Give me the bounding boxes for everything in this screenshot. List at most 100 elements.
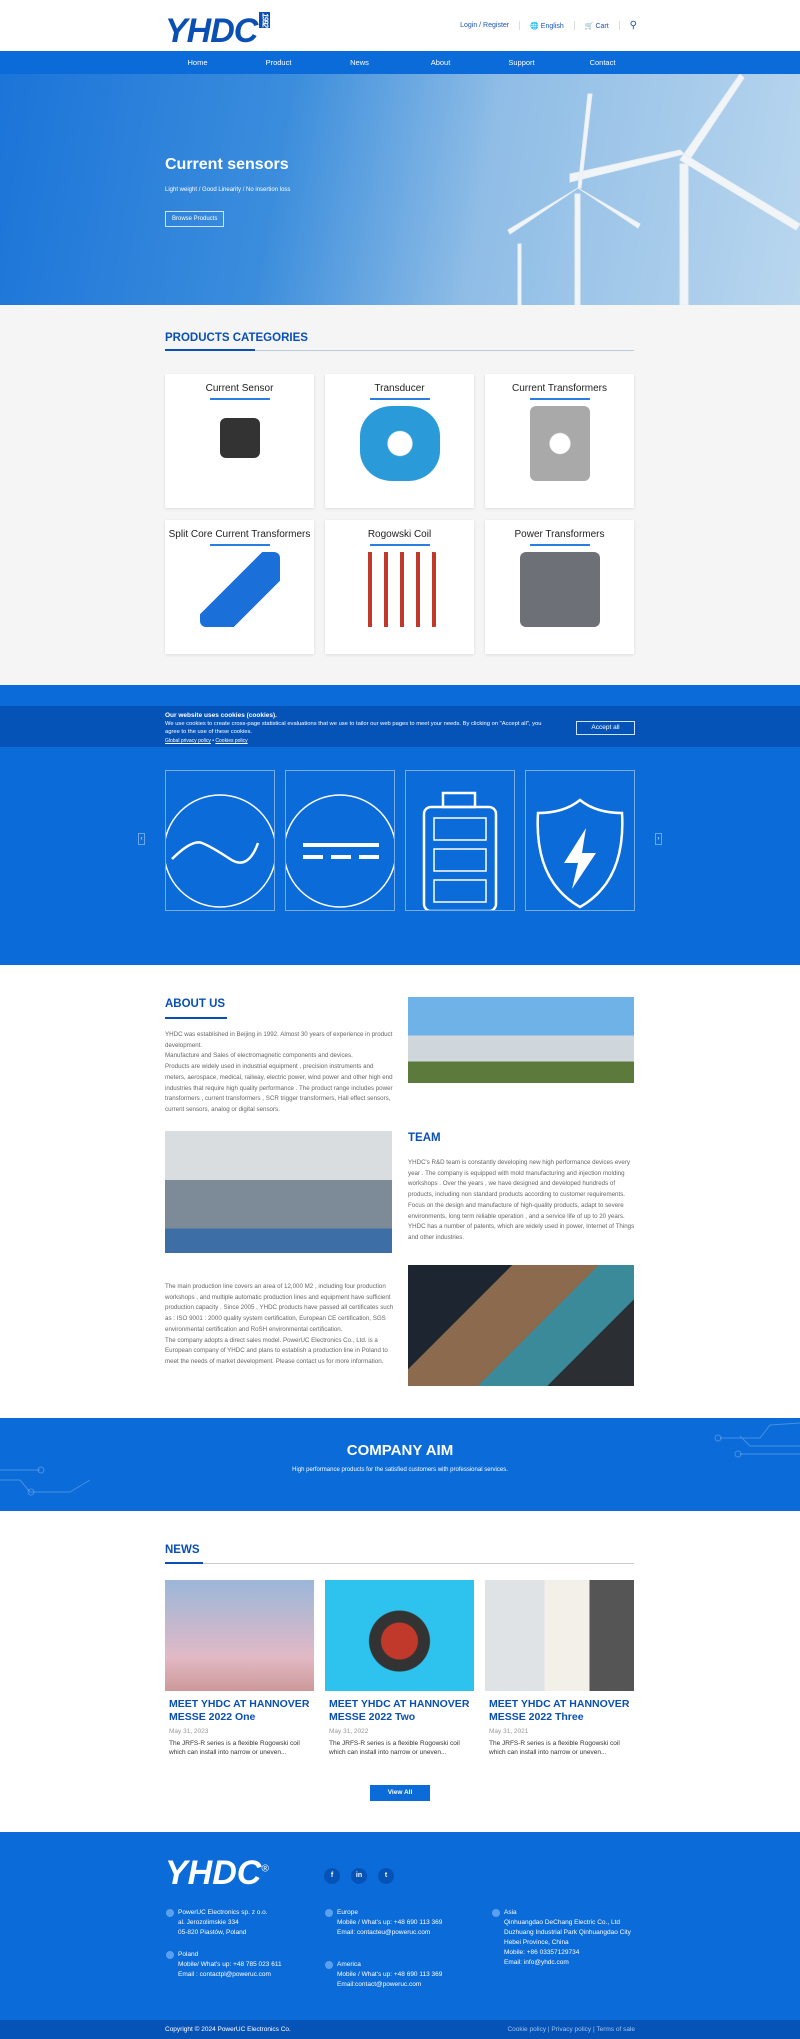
twitter-icon[interactable]: t <box>378 1868 394 1884</box>
news-date: May 31, 2021 <box>489 1728 529 1735</box>
product-name: Rogowski Coil <box>367 529 432 540</box>
product-card[interactable]: Current Sensor <box>165 374 314 508</box>
footer-address-hq: PowerUC Electronics sp. z o.o. al. Jerozo… <box>166 1908 268 1938</box>
product-card[interactable]: Power Transformers <box>485 520 634 654</box>
product-image <box>359 551 440 627</box>
cookie-banner: Our website uses cookies (cookies). We u… <box>0 706 800 747</box>
engineer-photo <box>408 1265 634 1386</box>
product-name: Split Core Current Transformers <box>168 529 311 540</box>
product-card[interactable]: Current Transformers <box>485 374 634 508</box>
accept-all-button[interactable]: Accept all <box>576 721 635 735</box>
header: YHDC 1992 Login / Register 🌐 English 🛒 Ca… <box>0 0 800 51</box>
product-card[interactable]: Rogowski Coil <box>325 520 474 654</box>
location-icon <box>166 1909 174 1917</box>
product-card[interactable]: Transducer <box>325 374 474 508</box>
terms-of-sale-link[interactable]: Terms of sale <box>596 2026 635 2033</box>
cart-icon: 🛒 <box>584 22 594 30</box>
linkedin-icon[interactable]: in <box>351 1868 367 1884</box>
wind-turbine-image <box>507 74 800 305</box>
globe-icon: 🌐 <box>530 22 539 30</box>
news-date: May 31, 2022 <box>329 1728 369 1735</box>
footer-logo: YHDC® <box>165 1854 269 1892</box>
news-title-link[interactable]: MEET YHDC AT HANNOVER MESSE 2022 Three <box>489 1698 630 1724</box>
production-text-2: The company adopts a direct sales model.… <box>165 1336 388 1365</box>
view-all-button[interactable]: View All <box>370 1785 430 1801</box>
copyright-text: Copyright © 2024 PowerUC Electronics Co. <box>165 2026 291 2033</box>
cookies-policy-link[interactable]: Cookies policy <box>215 738 247 744</box>
team-title: TEAM <box>408 1132 441 1144</box>
facebook-icon[interactable]: f <box>324 1868 340 1884</box>
hero-subtitle: Light weight / Good Linearity / No inser… <box>165 187 291 193</box>
footer-contact-europe: Europe Mobile / What's up: +48 690 113 36… <box>325 1908 455 1938</box>
nav-contact[interactable]: Contact <box>562 51 643 74</box>
hero-title: Current sensors <box>165 156 289 173</box>
location-icon <box>166 1951 174 1959</box>
privacy-policy-link[interactable]: Privacy policy <box>551 2026 591 2033</box>
location-icon <box>492 1909 500 1917</box>
cookie-policy-link[interactable]: Cookie policy <box>507 2026 546 2033</box>
footer-contact-asia: Asia Qinhuangdao DeChang Electric Co., Lt… <box>492 1908 637 1968</box>
logo-text: YHDC <box>165 12 258 50</box>
production-text: The main production line covers an area … <box>165 1282 400 1368</box>
cookie-text: We use cookies to create cross-page stat… <box>165 721 542 735</box>
language-selector[interactable]: 🌐 English <box>530 22 564 30</box>
team-text: YHDC's R&D team is constantly developing… <box>408 1159 635 1241</box>
product-image <box>529 405 590 481</box>
logo[interactable]: YHDC 1992 <box>165 12 271 51</box>
copyright-bar: Copyright © 2024 PowerUC Electronics Co.… <box>0 2020 800 2039</box>
shield-bolt-icon[interactable] <box>525 770 635 911</box>
main-nav: Home Product News About Support Contact <box>0 51 800 74</box>
news-title-link[interactable]: MEET YHDC AT HANNOVER MESSE 2022 One <box>169 1698 310 1724</box>
prev-arrow[interactable]: ‹ <box>138 833 145 845</box>
location-icon <box>325 1909 333 1917</box>
nav-about[interactable]: About <box>400 51 481 74</box>
products-title: PRODUCTS CATEGORIES <box>165 332 308 344</box>
cart-label: Cart <box>595 22 609 30</box>
products-section: PRODUCTS CATEGORIES Current Sensor Trans… <box>0 305 800 685</box>
news-excerpt: The JRFS-R series is a flexible Rogowski… <box>329 1740 460 1756</box>
nav-support[interactable]: Support <box>481 51 562 74</box>
company-aim-section: COMPANY AIM High performance products fo… <box>0 1418 800 1511</box>
news-title-link[interactable]: MEET YHDC AT HANNOVER MESSE 2022 Two <box>329 1698 470 1724</box>
ac-wave-icon[interactable] <box>163 770 277 911</box>
cart-link[interactable]: 🛒 Cart <box>585 22 609 30</box>
news-date: May 31, 2023 <box>169 1728 209 1735</box>
cookie-title: Our website uses cookies (cookies). <box>165 712 277 719</box>
logo-year: 1992 <box>259 12 271 28</box>
product-image <box>359 405 440 481</box>
battery-icon[interactable] <box>405 770 515 913</box>
next-arrow[interactable]: › <box>655 833 662 845</box>
dc-icon[interactable] <box>283 770 397 911</box>
product-image <box>219 417 260 458</box>
product-name: Transducer <box>374 383 425 394</box>
about-text: Products are widely used in industrial e… <box>165 1063 393 1113</box>
news-excerpt: The JRFS-R series is a flexible Rogowski… <box>489 1740 620 1756</box>
news-card[interactable]: MEET YHDC AT HANNOVER MESSE 2022 One May … <box>165 1580 314 1757</box>
team-photo <box>165 1131 392 1253</box>
aim-text: High performance products for the satisf… <box>292 1467 508 1473</box>
production-text-1: The main production line covers an area … <box>165 1283 394 1333</box>
news-card[interactable]: MEET YHDC AT HANNOVER MESSE 2022 Three Ma… <box>485 1580 634 1757</box>
news-image <box>325 1580 474 1691</box>
nav-news[interactable]: News <box>319 51 400 74</box>
browse-products-button[interactable]: Browse Products <box>165 211 225 227</box>
nav-home[interactable]: Home <box>157 51 238 74</box>
language-label: English <box>540 22 564 30</box>
product-name: Power Transformers <box>514 529 605 540</box>
nav-product[interactable]: Product <box>238 51 319 74</box>
product-image <box>199 551 280 627</box>
hero-banner: Current sensors Light weight / Good Line… <box>0 74 800 305</box>
news-image <box>485 1580 634 1691</box>
login-link[interactable]: Login / Register <box>460 22 509 29</box>
news-title: NEWS <box>165 1544 200 1556</box>
footer-contact-america: America Mobile / What's up: +48 690 113 3… <box>325 1960 455 1990</box>
product-card[interactable]: Split Core Current Transformers <box>165 520 314 654</box>
search-icon[interactable]: ⚲ <box>630 20 637 31</box>
privacy-policy-link[interactable]: Global privacy policy <box>165 738 211 744</box>
footer-contact-poland: Poland Mobile/ What's up: +48 785 023 611… <box>166 1950 282 1980</box>
about-text: YHDC was established in Beijing in 1992.… <box>165 1031 393 1049</box>
news-card[interactable]: MEET YHDC AT HANNOVER MESSE 2022 Two May … <box>325 1580 474 1757</box>
bullet: • <box>212 738 215 744</box>
about-title: ABOUT US <box>165 998 226 1010</box>
product-image <box>519 551 600 627</box>
